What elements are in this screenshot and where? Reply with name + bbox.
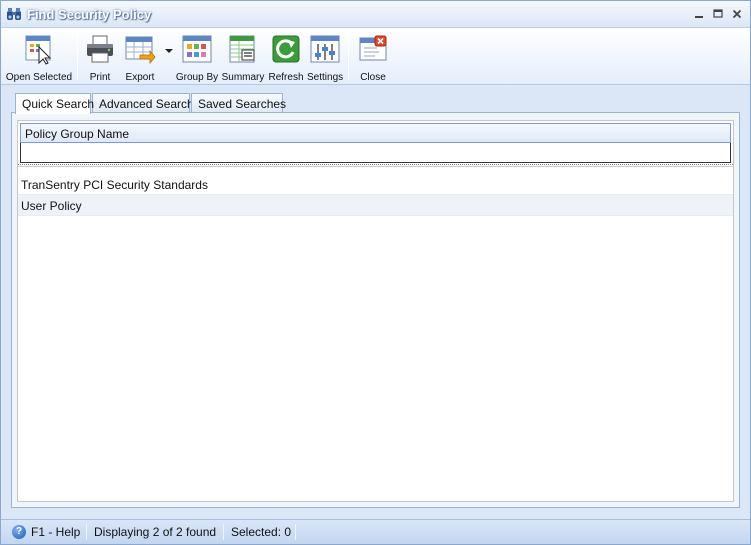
close-toolbar-label: Close	[360, 72, 386, 83]
export-button[interactable]: Export	[121, 31, 173, 83]
tab-saved-searches[interactable]: Saved Searches	[191, 93, 287, 113]
open-selected-icon	[25, 35, 52, 65]
help-icon[interactable]: ?	[12, 525, 26, 539]
settings-icon	[310, 35, 340, 63]
title-bar[interactable]: Find Security Policy	[1, 1, 750, 28]
group-by-button[interactable]: Group By	[175, 31, 219, 83]
status-separator	[223, 524, 224, 540]
find-security-policy-window: Find Security Policy Open Selected Print…	[0, 0, 751, 545]
export-label: Export	[125, 72, 155, 83]
summary-label: Summary	[221, 72, 265, 83]
tab-quick-search-label: Quick Search	[22, 97, 95, 111]
tab-quick-search[interactable]: Quick Search	[15, 93, 95, 114]
open-selected-label: Open Selected	[5, 72, 73, 83]
group-by-label: Group By	[175, 72, 219, 83]
policy-group-name-cell: User Policy	[21, 199, 82, 213]
status-help[interactable]: F1 - Help	[31, 525, 80, 539]
status-display-count: Displaying 2 of 2 found	[94, 525, 217, 539]
filter-separator	[18, 164, 733, 167]
open-selected-button[interactable]: Open Selected	[5, 31, 73, 83]
print-button[interactable]: Print	[81, 31, 119, 83]
export-dropdown-arrow-icon[interactable]	[165, 49, 173, 53]
refresh-icon	[272, 35, 300, 63]
summary-button[interactable]: Summary	[220, 31, 266, 83]
close-window-icon	[359, 35, 387, 61]
settings-label: Settings	[307, 72, 344, 83]
status-separator	[295, 524, 296, 540]
toolbar-separator	[77, 32, 78, 80]
refresh-button[interactable]: Refresh	[266, 31, 306, 83]
policy-group-name-filter-input[interactable]	[23, 144, 728, 160]
quick-search-panel: Policy Group Name TranSentry PCI Securit…	[11, 112, 740, 508]
tab-saved-searches-label: Saved Searches	[198, 97, 287, 111]
window-title: Find Security Policy	[27, 7, 152, 22]
binoculars-icon	[7, 8, 21, 20]
table-row[interactable]: TranSentry PCI Security Standards	[18, 174, 733, 195]
column-header-label: Policy Group Name	[25, 127, 130, 141]
status-selected-count: Selected: 0	[231, 525, 292, 539]
printer-icon	[87, 35, 113, 63]
group-by-icon	[182, 35, 212, 63]
status-separator	[86, 524, 87, 540]
tab-advanced-search-label: Advanced Search	[99, 97, 194, 111]
policy-grid: Policy Group Name TranSentry PCI Securit…	[17, 120, 734, 502]
refresh-label: Refresh	[268, 72, 304, 83]
minimize-icon	[695, 16, 703, 18]
policy-group-name-cell: TranSentry PCI Security Standards	[21, 178, 208, 192]
maximize-icon	[713, 9, 723, 18]
filter-row	[20, 143, 731, 163]
column-header-policy-group-name[interactable]: Policy Group Name	[20, 123, 731, 143]
close-toolbar-button[interactable]: Close	[353, 31, 393, 83]
summary-icon	[229, 35, 255, 63]
export-icon	[125, 36, 156, 65]
settings-button[interactable]: Settings	[307, 31, 343, 83]
status-bar: ? F1 - Help Displaying 2 of 2 found Sele…	[1, 519, 750, 544]
print-label: Print	[89, 72, 111, 83]
tab-advanced-search[interactable]: Advanced Search	[92, 93, 194, 113]
toolbar-separator	[348, 32, 349, 80]
maximize-button[interactable]	[710, 6, 726, 22]
toolbar: Open Selected Print Export Group By Summ…	[1, 28, 750, 85]
close-icon	[732, 9, 742, 19]
minimize-button[interactable]	[691, 6, 707, 22]
table-row[interactable]: User Policy	[18, 195, 733, 216]
close-button[interactable]	[729, 6, 745, 22]
